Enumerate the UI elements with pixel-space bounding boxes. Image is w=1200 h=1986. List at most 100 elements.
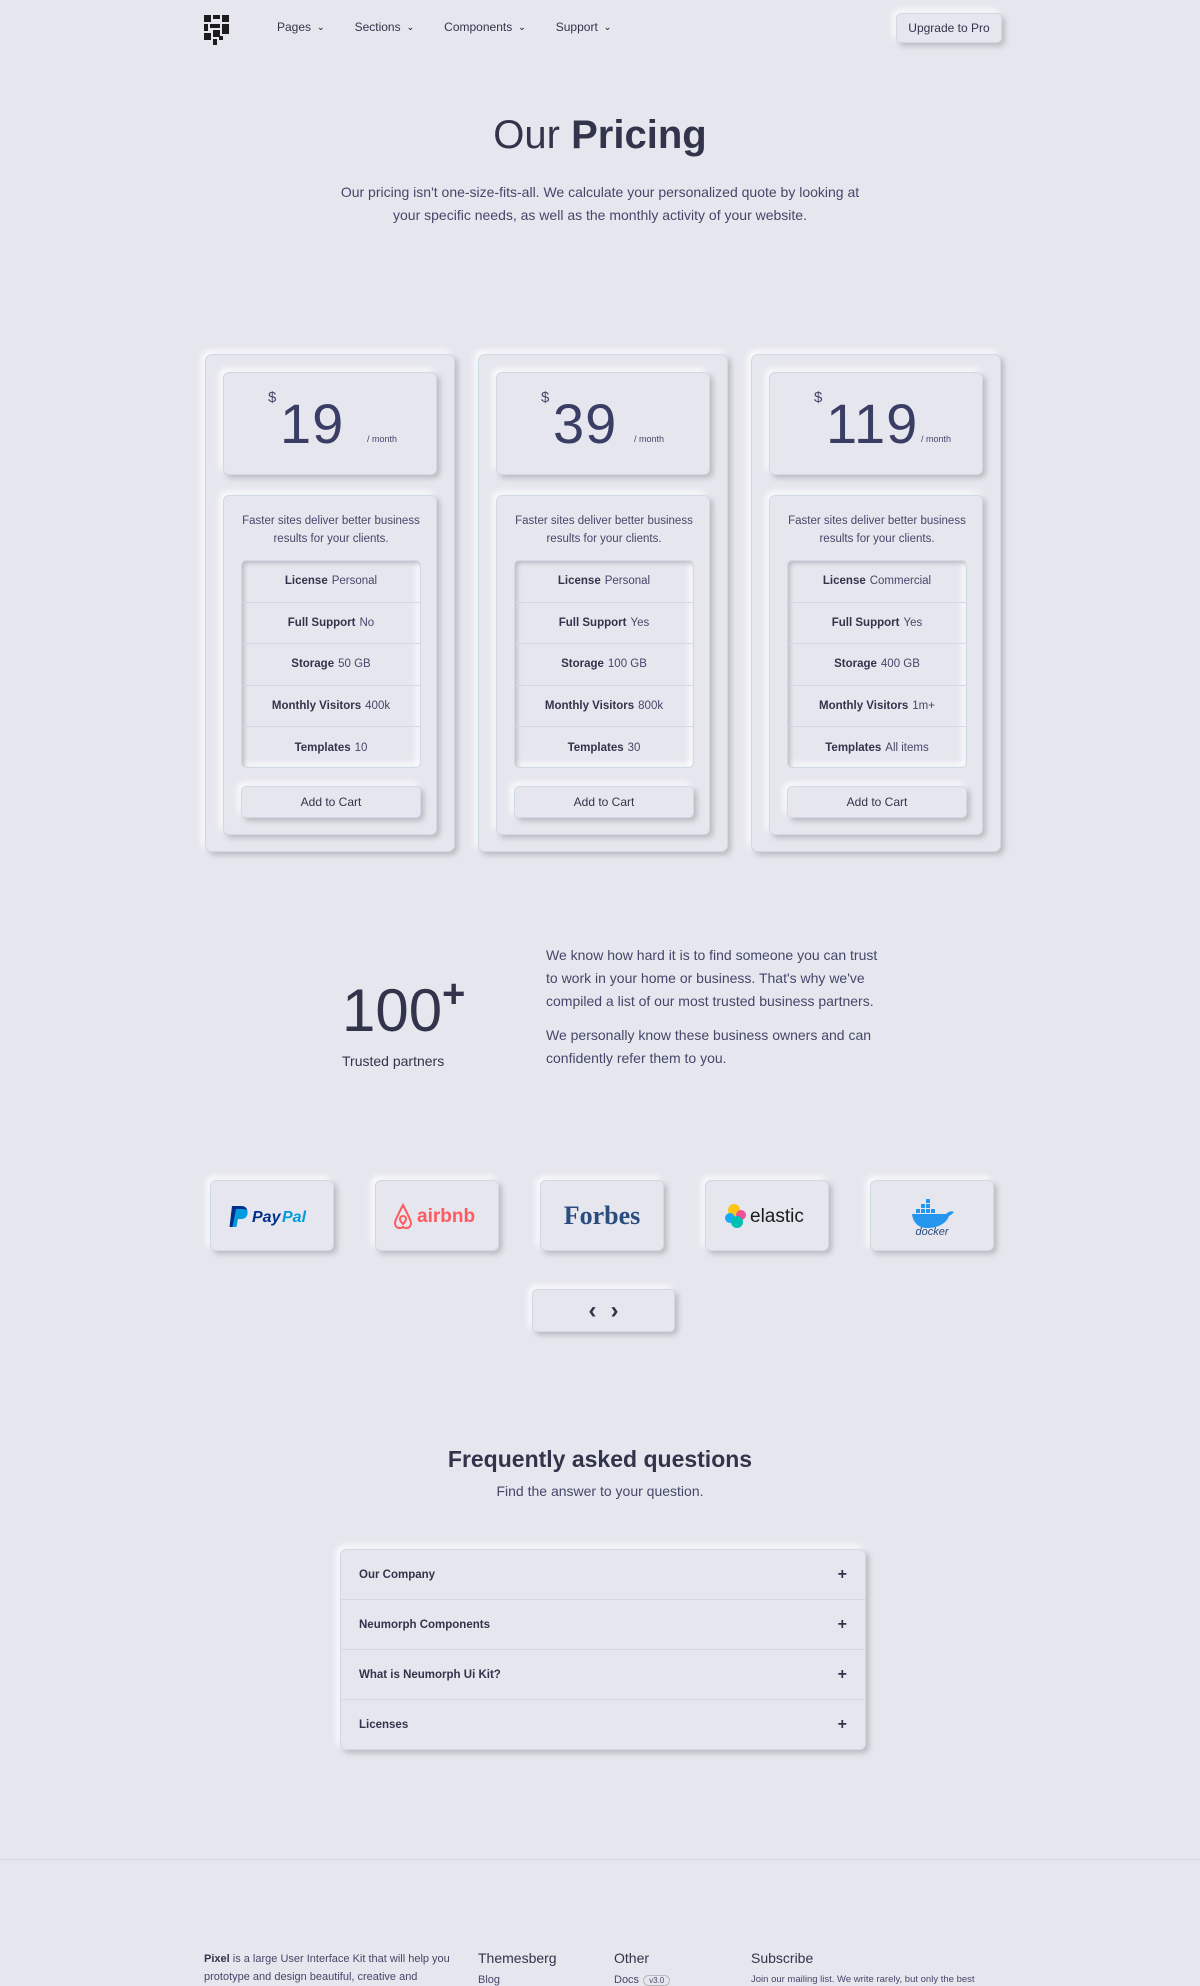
feature-row: Monthly Visitors 400k	[242, 686, 420, 728]
plan-body: Faster sites deliver better business res…	[496, 495, 710, 835]
logo-carousel-controls: ‹ ›	[532, 1289, 675, 1332]
chevron-down-icon: ⌄	[518, 21, 526, 32]
feature-key: Monthly Visitors	[819, 700, 909, 713]
footer-brand: Pixel	[204, 1953, 230, 1965]
footer-heading: Other	[614, 1950, 650, 1966]
footer-divider	[0, 1859, 1200, 1860]
footer-col-themesberg: Themesberg Blog	[478, 1950, 557, 1986]
menu-components[interactable]: Components ⌄	[444, 20, 526, 34]
feature-value: 1m+	[912, 700, 935, 713]
plus-icon: +	[837, 1716, 847, 1733]
feature-key: Templates	[567, 742, 624, 755]
svg-text:elastic: elastic	[750, 1206, 804, 1227]
feature-row: Storage 100 GB	[515, 644, 693, 686]
faq-item-neumorph-components[interactable]: Neumorph Components +	[341, 1600, 865, 1650]
feature-row: Monthly Visitors 800k	[515, 686, 693, 728]
add-to-cart-button[interactable]: Add to Cart	[787, 786, 967, 818]
footer-col-subscribe: Subscribe Join our mailing list. We writ…	[751, 1950, 991, 1985]
currency-symbol: $	[268, 389, 277, 406]
menu-support[interactable]: Support ⌄	[556, 20, 612, 34]
faq-question: What is Neumorph Ui Kit?	[359, 1668, 501, 1681]
feature-row: Monthly Visitors 1m+	[788, 686, 966, 728]
faq-title: Frequently asked questions	[0, 1446, 1200, 1473]
partners-plus: +	[442, 972, 466, 1016]
faq-item-licenses[interactable]: Licenses +	[341, 1700, 865, 1750]
footer-about: Pixel is a large User Interface Kit that…	[204, 1950, 454, 1986]
add-to-cart-button[interactable]: Add to Cart	[514, 786, 694, 818]
feature-value: Personal	[331, 575, 378, 588]
plus-icon: +	[837, 1565, 847, 1583]
chevron-right-icon[interactable]: ›	[611, 1297, 619, 1325]
feature-value: Personal	[604, 575, 651, 588]
add-to-cart-button[interactable]: Add to Cart	[241, 786, 421, 818]
plan-body: Faster sites deliver better business res…	[223, 495, 437, 835]
partners-count: 100	[342, 977, 443, 1044]
airbnb-logo[interactable]: airbnb	[375, 1180, 499, 1251]
faq-item-our-company[interactable]: Our Company +	[341, 1550, 865, 1600]
chevron-down-icon: ⌄	[317, 21, 325, 32]
price-period: / month	[367, 434, 398, 444]
feature-value: 100 GB	[607, 658, 647, 671]
feature-value: 30	[627, 742, 641, 755]
svg-text:Forbes: Forbes	[564, 1201, 641, 1230]
faq-title-light: Frequently asked	[447, 1446, 638, 1472]
faq-title-bold: questions	[643, 1446, 753, 1472]
feature-key: Storage	[834, 658, 877, 671]
feature-row: Templates 10	[242, 727, 420, 769]
plan-description: Faster sites deliver better business res…	[788, 515, 966, 545]
pricing-card-premium: $ 119 / month Faster sites deliver bette…	[751, 354, 1001, 852]
feature-row: License Commercial	[788, 561, 966, 603]
feature-key: License	[284, 575, 328, 588]
subscribe-text: Join our mailing list. We write rarely, …	[751, 1974, 975, 1985]
price-box: $ 119 / month	[769, 372, 983, 475]
feature-row: Full Support Yes	[788, 603, 966, 645]
feature-value: No	[359, 616, 375, 629]
price-amount: 39	[553, 392, 618, 455]
feature-value: 400 GB	[880, 658, 920, 671]
feature-list: License Commercial Full Support Yes Storag…	[787, 560, 967, 768]
pricing-card-standard: $ 39 / month Faster sites deliver better…	[478, 354, 728, 852]
faq-item-what-is-neumorph[interactable]: What is Neumorph Ui Kit? +	[341, 1650, 865, 1700]
feature-key: Templates	[825, 742, 882, 755]
feature-row: Full Support Yes	[515, 603, 693, 645]
chevron-down-icon: ⌄	[603, 21, 612, 32]
feature-key: Monthly Visitors	[544, 700, 635, 713]
feature-row: Templates All items	[788, 727, 966, 769]
plus-icon: +	[837, 1665, 847, 1683]
faq-question: Our Company	[359, 1568, 436, 1581]
upgrade-to-pro-button[interactable]: Upgrade to Pro	[896, 13, 1002, 43]
menu-pages[interactable]: Pages ⌄	[277, 20, 325, 34]
price-period: / month	[921, 434, 952, 444]
price-box: $ 19 / month	[223, 372, 437, 475]
footer-link-docs[interactable]: Docs v3.0	[614, 1974, 671, 1986]
hero-description: Our pricing isn't one-size-fits-all. We …	[340, 184, 860, 223]
price-amount: 19	[280, 392, 345, 455]
forbes-logo[interactable]: Forbes	[540, 1180, 664, 1251]
main-menu: Pages ⌄ Sections ⌄ Components ⌄ Support …	[277, 20, 641, 34]
docker-logo[interactable]: docker	[870, 1180, 994, 1251]
footer-col-other: Other Docs v3.0	[614, 1950, 671, 1986]
feature-row: License Personal	[242, 561, 420, 603]
plan-body: Faster sites deliver better business res…	[769, 495, 983, 835]
feature-value: Yes	[903, 616, 923, 629]
paypal-logo[interactable]: Pay Pal	[210, 1180, 334, 1251]
chevron-left-icon[interactable]: ‹	[589, 1297, 597, 1325]
logo-icon[interactable]	[204, 15, 230, 45]
version-badge: v3.0	[643, 1975, 671, 1986]
svg-text:docker: docker	[915, 1226, 949, 1236]
feature-key: Storage	[291, 658, 335, 671]
price-box: $ 39 / month	[496, 372, 710, 475]
elastic-logo[interactable]: elastic	[705, 1180, 829, 1251]
feature-key: Full Support	[558, 616, 627, 629]
feature-value: Yes	[630, 616, 650, 629]
footer-link-label: Docs	[614, 1974, 640, 1986]
feature-value: All items	[885, 742, 929, 755]
feature-key: Monthly Visitors	[271, 700, 362, 713]
menu-sections[interactable]: Sections ⌄	[355, 20, 415, 34]
feature-row: Full Support No	[242, 603, 420, 645]
feature-row: License Personal	[515, 561, 693, 603]
feature-value: 400k	[365, 700, 391, 713]
footer-link-blog[interactable]: Blog	[478, 1974, 557, 1986]
menu-label: Pages	[277, 20, 312, 34]
faq-subtitle: Find the answer to your question.	[496, 1483, 704, 1499]
